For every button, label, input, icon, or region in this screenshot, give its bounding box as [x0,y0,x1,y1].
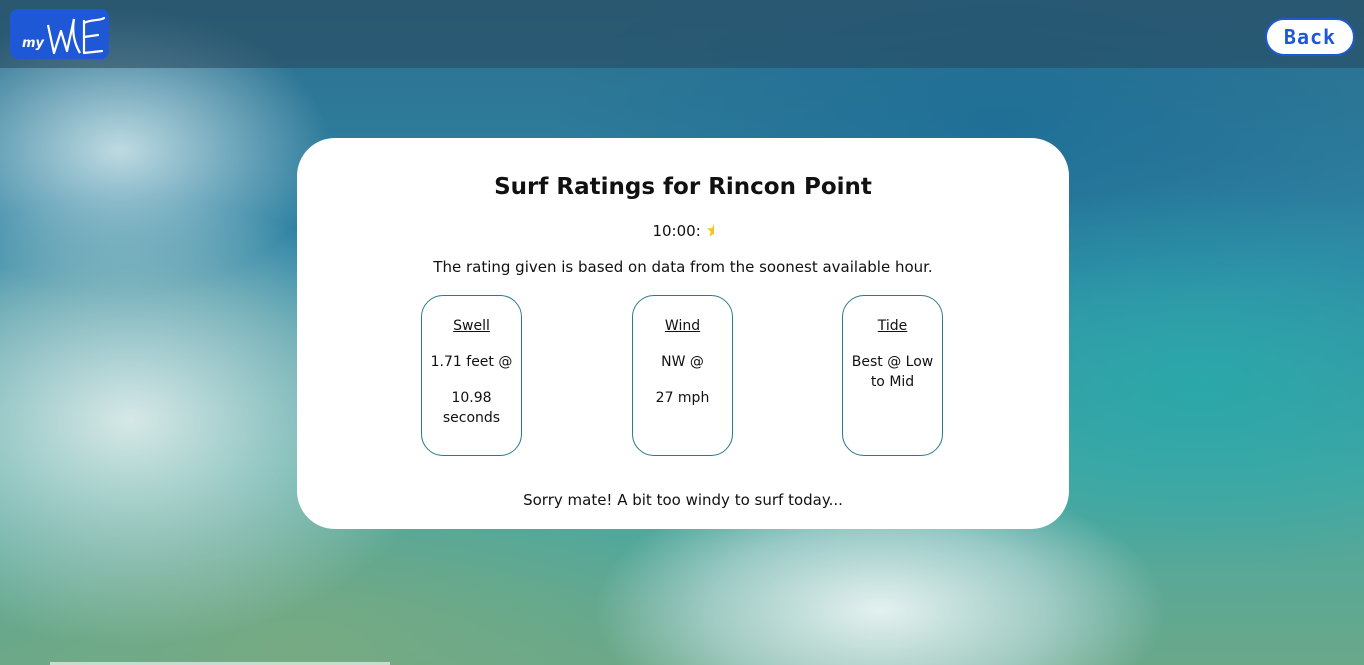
surf-rating-card: Surf Ratings for Rincon Point 10:00: The… [297,138,1069,529]
mywave-logo[interactable]: my [10,9,109,59]
top-bar: my Back [0,0,1364,68]
wind-direction: NW @ [661,354,704,370]
tide-best: Best @ Low to Mid [851,354,934,390]
tide-title: Tide [877,318,908,334]
surf-verdict: Sorry mate! A bit too windy to surf toda… [523,491,843,509]
logo-prefix: my [22,36,45,51]
page-background: my Back Surf Ratings for Rincon Point 10… [0,0,1364,665]
wind-card: Wind NW @ 27 mph [632,295,733,456]
swell-height: 1.71 feet @ [430,354,513,370]
swell-period: 10.98 seconds [442,390,501,426]
rating-description: The rating given is based on data from t… [433,258,933,276]
wind-title: Wind [664,318,701,334]
rating-line: 10:00: [297,222,1069,240]
half-star-icon [706,223,714,237]
logo-wave-mark-icon [46,16,106,55]
page-title: Surf Ratings for Rincon Point [494,174,872,200]
rating-time: 10:00: [652,222,701,240]
swell-card: Swell 1.71 feet @ 10.98 seconds [421,295,522,456]
swell-title: Swell [453,318,490,334]
wind-speed: 27 mph [655,390,710,406]
back-button[interactable]: Back [1265,18,1355,56]
tide-card: Tide Best @ Low to Mid [842,295,943,456]
